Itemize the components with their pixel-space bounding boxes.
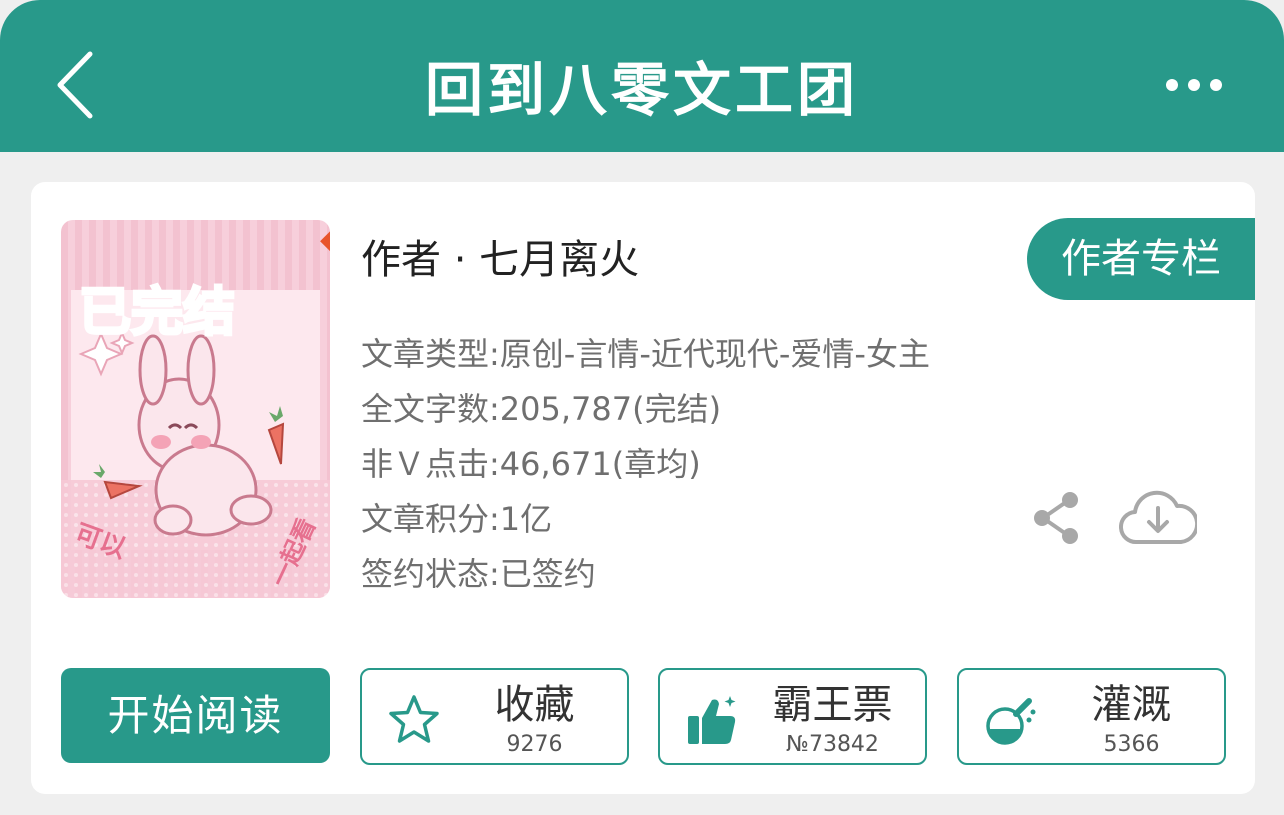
watering-flask-icon xyxy=(986,698,1036,745)
author-name[interactable]: 作者 · 七月离火 xyxy=(361,230,639,290)
irrigate-label: 灌溉 xyxy=(1091,682,1172,728)
star-outline-icon xyxy=(389,695,439,743)
bawang-count: №73842 xyxy=(786,732,879,757)
page-title: 回到八零文工团 xyxy=(424,56,859,124)
thumbs-up-icon xyxy=(688,696,736,744)
cover-title-text: 已完结 xyxy=(79,283,235,343)
book-info-card: 已完结 可以 一起看 完结 作者 · 七月离火 作者专栏 文章类型:原创-言情-… xyxy=(31,182,1255,794)
favorite-count: 9276 xyxy=(506,732,563,757)
irrigate-count: 5366 xyxy=(1103,732,1160,757)
cover-art: 已完结 可以 一起看 完结 xyxy=(61,220,330,598)
favorite-label: 收藏 xyxy=(494,682,575,728)
bawang-label: 霸王票 xyxy=(772,682,893,728)
info-score: 文章积分:1亿 xyxy=(361,500,553,538)
app-header: 回到八零文工团 xyxy=(0,0,1284,152)
cloud-download-icon xyxy=(1118,490,1200,545)
book-info-list: 文章类型:原创-言情-近代现代-爱情-女主 全文字数:205,787(完结) 非… xyxy=(361,327,930,602)
share-icon xyxy=(1034,492,1078,544)
info-contract-status: 签约状态:已签约 xyxy=(361,555,596,593)
more-horizontal-icon xyxy=(1166,79,1222,91)
irrigate-button[interactable]: 灌溉 5366 xyxy=(957,668,1226,765)
book-cover[interactable]: 已完结 可以 一起看 完结 xyxy=(61,220,330,598)
download-button[interactable] xyxy=(1118,488,1200,546)
favorite-button[interactable]: 收藏 9276 xyxy=(360,668,629,765)
author-column-button[interactable]: 作者专栏 xyxy=(1027,218,1255,300)
info-genre: 文章类型:原创-言情-近代现代-爱情-女主 xyxy=(361,335,930,373)
share-button[interactable] xyxy=(1031,490,1083,546)
more-button[interactable] xyxy=(1164,70,1224,100)
info-clicks: 非Ｖ点击:46,671(章均) xyxy=(361,445,701,483)
info-word-count: 全文字数:205,787(完结) xyxy=(361,390,722,428)
bawang-ticket-button[interactable]: 霸王票 №73842 xyxy=(658,668,927,765)
start-reading-button[interactable]: 开始阅读 xyxy=(61,668,330,763)
